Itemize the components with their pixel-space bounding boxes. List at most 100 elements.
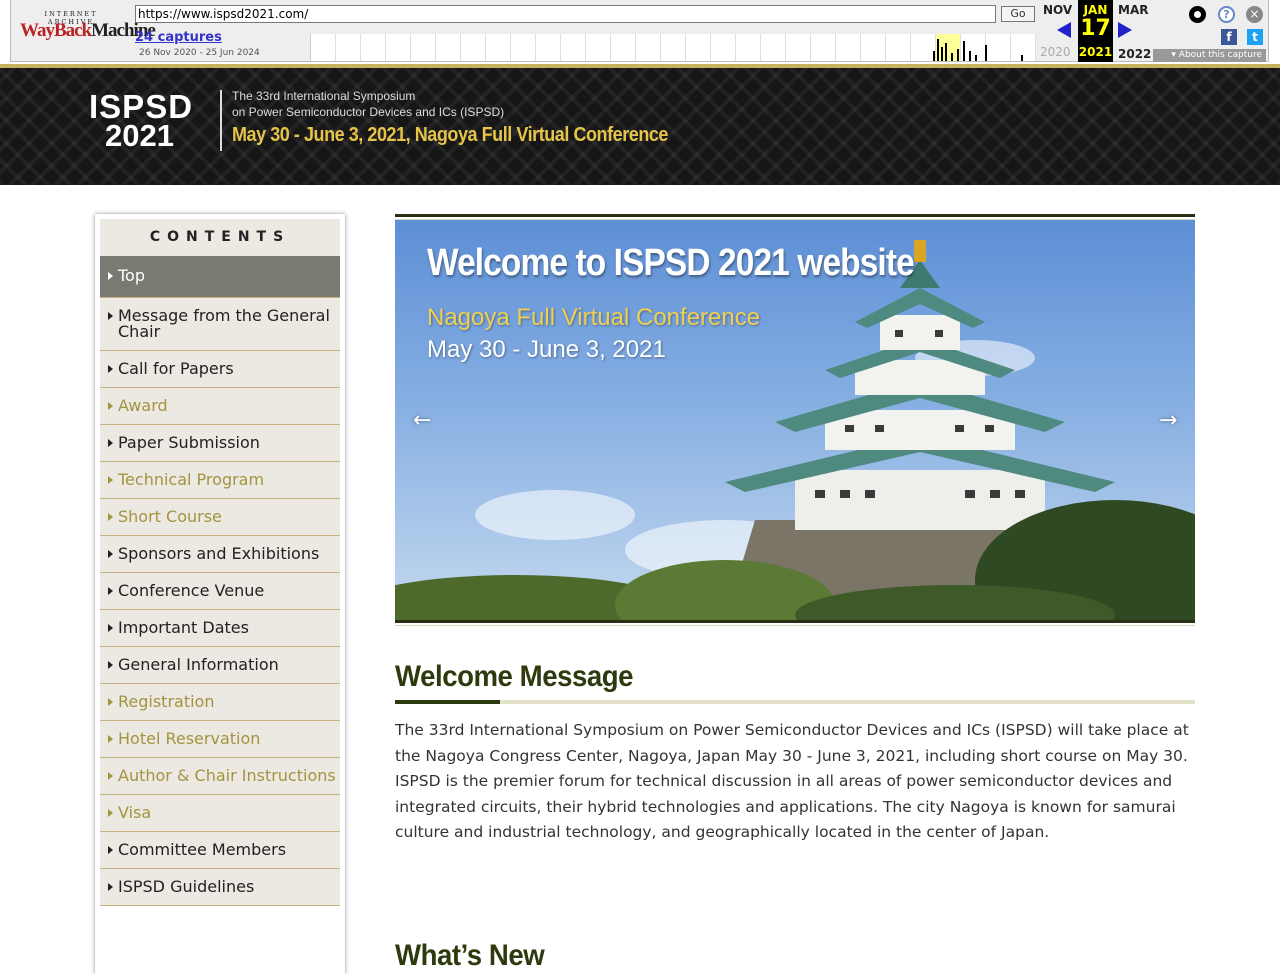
underline-accent [395,700,500,704]
sparkline-year-column [536,34,561,61]
facebook-icon[interactable]: f [1221,29,1237,45]
sidebar-item-label: Call for Papers [118,359,234,378]
sidebar-item-paper-submission[interactable]: Paper Submission [100,425,340,462]
caret-right-icon [108,402,113,410]
sparkline-year-column [636,34,661,61]
sparkline-year-column [1011,34,1036,61]
sidebar-item-top[interactable]: Top [100,256,340,298]
sidebar-item-label: Award [118,396,168,415]
about-capture-button[interactable]: ▾ About this capture [1153,49,1266,62]
sparkline-capture-bar [957,49,959,61]
sparkline-year-column [661,34,686,61]
sidebar-item-visa[interactable]: Visa [100,795,340,832]
sparkline-year-column [736,34,761,61]
hero-carousel[interactable]: Welcome to ISPSD 2021 website Nagoya Ful… [395,220,1195,620]
site-logo-line2[interactable]: 2021 [105,120,174,151]
sparkline-year-column [686,34,711,61]
sparkline-year-column [361,34,386,61]
sparkline-capture-bar [975,55,977,61]
sidebar-item-label: Sponsors and Exhibitions [118,544,320,563]
sidebar-item-committee-members[interactable]: Committee Members [100,832,340,869]
sidebar-item-technical-program[interactable]: Technical Program [100,462,340,499]
wayback-logo-part1: WayBack [20,20,92,41]
sidebar-item-conference-venue[interactable]: Conference Venue [100,573,340,610]
capture-sparkline[interactable] [310,34,1036,61]
sparkline-year-column [486,34,511,61]
wayback-url-input[interactable]: https://www.ispsd2021.com/ [135,5,996,23]
caret-right-icon [108,624,113,632]
sidebar-item-label: Important Dates [118,618,249,637]
sidebar-item-author-chair-instructions[interactable]: Author & Chair Instructions [100,758,340,795]
sidebar-title: CONTENTS [100,219,340,256]
sidebar-item-label: Paper Submission [118,433,260,452]
sparkline-year-column [311,34,336,61]
caret-right-icon [108,476,113,484]
next-capture-arrow-icon[interactable] [1118,22,1132,38]
sparkline-year-column [811,34,836,61]
hero-title: Welcome to ISPSD 2021 website [427,242,915,284]
sidebar-item-call-for-papers[interactable]: Call for Papers [100,351,340,388]
sparkline-capture-bar [937,39,939,61]
twitter-icon[interactable]: t [1247,29,1263,45]
sidebar-item-ispsd-guidelines[interactable]: ISPSD Guidelines [100,869,340,906]
sparkline-year-column [611,34,636,61]
sparkline-year-column [336,34,361,61]
header-subtitle-2: on Power Semiconductor Devices and ICs (… [232,105,505,119]
sparkline-capture-bar [933,51,935,61]
prev-capture-arrow-icon[interactable] [1057,22,1071,38]
sparkline-year-column [986,34,1011,61]
current-day: 17 [1080,16,1111,41]
about-capture-label: About this capture [1178,50,1262,60]
sidebar-item-label: Technical Program [118,470,265,489]
help-icon[interactable]: ? [1218,6,1235,23]
sidebar-item-label: Visa [118,803,152,822]
captures-link[interactable]: 24 captures [135,30,222,45]
close-icon[interactable]: × [1246,6,1263,23]
welcome-heading: Welcome Message [395,660,634,693]
sparkline-year-column [436,34,461,61]
carousel-prev-arrow-icon[interactable]: ← [413,408,431,433]
sidebar-item-hotel-reservation[interactable]: Hotel Reservation [100,721,340,758]
sparkline-year-column [711,34,736,61]
current-year: 2021 [1078,45,1113,59]
sparkline-year-column [786,34,811,61]
carousel-next-arrow-icon[interactable]: → [1159,408,1177,433]
user-icon[interactable] [1189,6,1206,23]
sidebar-item-award[interactable]: Award [100,388,340,425]
welcome-message-body: The 33rd International Symposium on Powe… [395,718,1195,846]
caret-right-icon [108,272,113,280]
sidebar-item-message-from-the-general-chair[interactable]: Message from the General Chair [100,298,340,351]
wayback-toolbar: INTERNET ARCHIVE WayBackMachine https://… [0,0,1280,68]
hero-bottom-rule [395,620,1195,623]
sidebar-item-label: Message from the General Chair [118,306,330,341]
caret-right-icon [108,772,113,780]
sparkline-year-column [561,34,586,61]
sidebar-item-label: Short Course [118,507,222,526]
sidebar-item-label: Registration [118,692,215,711]
sidebar-item-general-information[interactable]: General Information [100,647,340,684]
hero-bottom-rule-thin [395,625,1195,626]
caret-right-icon [108,846,113,854]
sidebar-item-label: Conference Venue [118,581,265,600]
sparkline-year-column [586,34,611,61]
prev-month[interactable]: NOV [1043,3,1072,17]
welcome-paragraph-1: The 33rd International Symposium on Powe… [395,721,1189,765]
hero-top-rule [395,214,1195,217]
sidebar-item-registration[interactable]: Registration [100,684,340,721]
next-year: 2022 [1118,47,1152,61]
capture-date-range: 26 Nov 2020 - 25 Jun 2024 [139,48,260,58]
wayback-go-button[interactable]: Go [1001,6,1035,22]
contents-sidebar: CONTENTS Top Message from the General Cha… [95,214,345,974]
sparkline-year-column [836,34,861,61]
header-subtitle-1: The 33rd International Symposium [232,89,416,103]
sidebar-item-important-dates[interactable]: Important Dates [100,610,340,647]
sparkline-year-column [861,34,886,61]
sidebar-item-label: General Information [118,655,279,674]
sidebar-item-sponsors-and-exhibitions[interactable]: Sponsors and Exhibitions [100,536,340,573]
sparkline-year-column [761,34,786,61]
sidebar-item-short-course[interactable]: Short Course [100,499,340,536]
caret-right-icon [108,550,113,558]
sparkline-year-column [886,34,911,61]
next-month[interactable]: MAR [1118,3,1148,17]
caret-right-icon [108,513,113,521]
